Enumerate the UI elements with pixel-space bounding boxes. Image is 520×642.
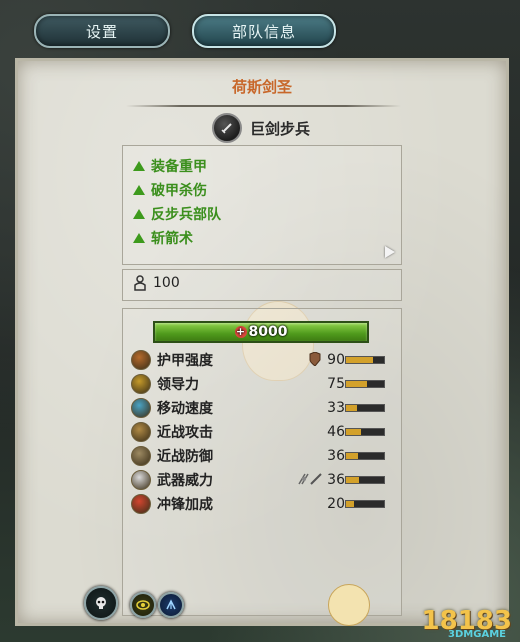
stat-bar-fill: [346, 453, 359, 459]
stat-label: 近战防御: [157, 449, 213, 465]
eye-badge-icon[interactable]: [130, 592, 156, 618]
ability-label: 破甲杀伤: [151, 183, 207, 199]
stat-bar: [345, 452, 385, 460]
ability-label: 装备重甲: [151, 159, 207, 175]
melee-attack-icon: [131, 422, 151, 442]
stat-bar-fill: [346, 501, 354, 507]
weapon-strength-icon: [131, 470, 151, 490]
leadership-icon: [131, 374, 151, 394]
stat-label: 移动速度: [157, 401, 213, 417]
stat-row[interactable]: 领导力 75: [131, 373, 393, 395]
stat-bar: [345, 380, 385, 388]
stat-value: 33: [327, 400, 345, 416]
ability-item[interactable]: 装备重甲: [133, 156, 207, 176]
health-value: 8000: [248, 324, 288, 340]
ability-item[interactable]: 反步兵部队: [133, 204, 221, 224]
stat-row[interactable]: 移动速度 33: [131, 397, 393, 419]
ability-label: 反步兵部队: [151, 207, 221, 223]
stat-value: 36: [327, 472, 345, 488]
stat-value: 36: [327, 448, 345, 464]
stat-row[interactable]: 近战攻击 46: [131, 421, 393, 443]
unit-name: 荷斯剑圣: [231, 78, 292, 96]
expand-arrow-icon[interactable]: [385, 246, 395, 258]
ability-label: 斩箭术: [151, 231, 193, 247]
stat-label: 近战攻击: [157, 425, 213, 441]
ability-item[interactable]: 破甲杀伤: [133, 180, 207, 200]
unit-info-panel: 荷斯剑圣 巨剑步兵 装备重甲 破甲杀伤 反步兵部队 斩箭术 100 + 8000…: [15, 58, 509, 626]
ability-up-icon: [133, 209, 145, 219]
health-plus-icon: +: [234, 325, 247, 338]
armor-icon: [131, 350, 151, 370]
stat-value: 90: [327, 352, 345, 368]
stat-label: 冲锋加成: [157, 497, 213, 513]
stat-value: 46: [327, 424, 345, 440]
health-bar: + 8000: [153, 321, 369, 343]
armor-shield-icon: [309, 350, 321, 369]
stat-row[interactable]: 武器威力 36: [131, 469, 393, 491]
stat-bar: [345, 356, 385, 364]
stat-bar-fill: [346, 405, 358, 411]
charge-bonus-icon: [131, 494, 151, 514]
melee-defense-icon: [131, 446, 151, 466]
stat-row[interactable]: 近战防御 36: [131, 445, 393, 467]
stat-bar: [345, 476, 385, 484]
stat-label: 武器威力: [157, 473, 213, 489]
ability-up-icon: [133, 233, 145, 243]
stat-bar-fill: [346, 477, 360, 483]
divider: [126, 105, 401, 107]
stat-label: 护甲强度: [157, 353, 213, 369]
stat-row[interactable]: 护甲强度 90: [131, 349, 393, 371]
stat-bar: [345, 428, 385, 436]
stat-value: 20: [327, 496, 345, 512]
skull-badge-icon[interactable]: [84, 586, 118, 620]
stat-row[interactable]: 冲锋加成 20: [131, 493, 393, 515]
unit-size-panel: 100: [122, 269, 402, 301]
tab-unit-info[interactable]: 部队信息: [192, 14, 336, 48]
stat-bar-fill: [346, 429, 362, 435]
stat-bar-fill: [346, 357, 373, 363]
stats-panel: + 8000 护甲强度 90 领导力 75 移动速度 33 近战攻击 46 近战防御 36 武器威力…: [122, 308, 402, 616]
sword-icon: [212, 113, 242, 143]
armor-piercing-icon: [297, 472, 323, 489]
unit-type-label: 巨剑步兵: [250, 119, 311, 138]
stat-value: 75: [327, 376, 345, 392]
ability-item[interactable]: 斩箭术: [133, 228, 193, 248]
ability-up-icon: [133, 161, 145, 171]
stat-label: 领导力: [157, 377, 199, 393]
watermark-mascot-small: [328, 584, 370, 626]
stat-bar-fill: [346, 381, 367, 387]
unit-size-value: 100: [153, 275, 180, 291]
tab-settings[interactable]: 设置: [34, 14, 170, 48]
speed-icon: [131, 398, 151, 418]
stat-bar: [345, 500, 385, 508]
stat-bar: [345, 404, 385, 412]
soldier-icon: [134, 275, 146, 291]
unit-type-row: 巨剑步兵: [212, 113, 310, 143]
shield-badge-icon[interactable]: [158, 592, 184, 618]
watermark-sub: 3DMGAME: [448, 629, 506, 640]
ability-up-icon: [133, 185, 145, 195]
abilities-panel: 装备重甲 破甲杀伤 反步兵部队 斩箭术: [122, 145, 402, 265]
